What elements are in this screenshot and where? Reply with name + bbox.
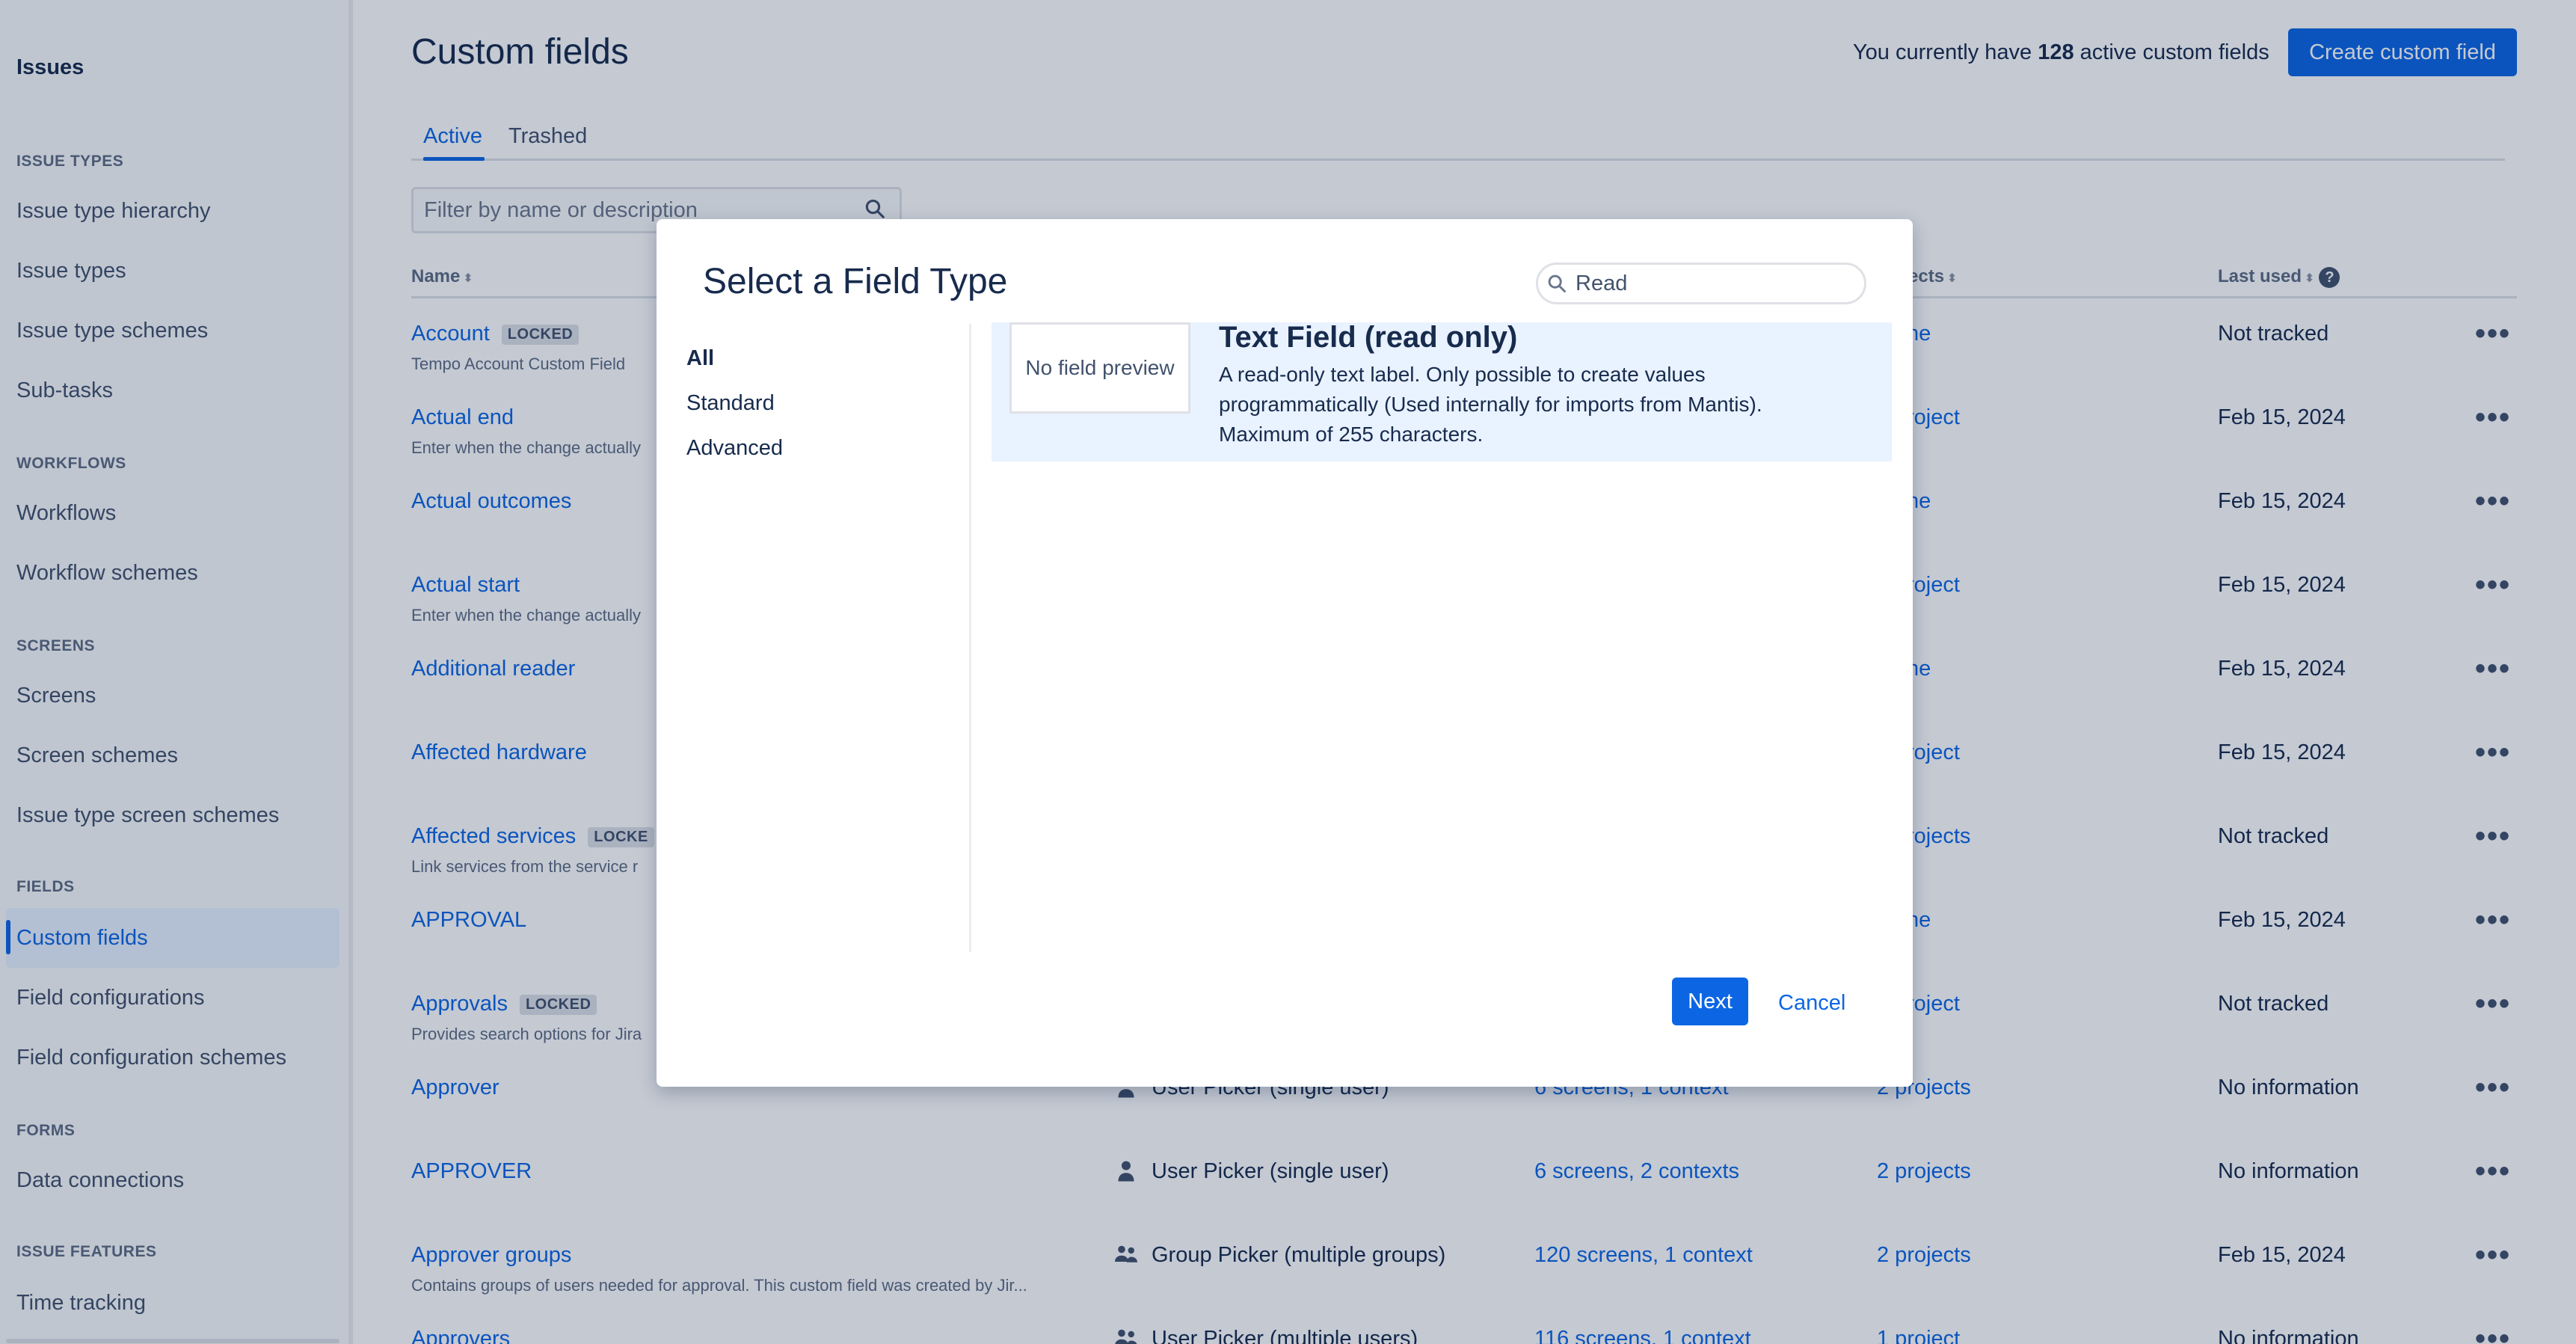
field-preview: No field preview: [1009, 322, 1190, 414]
select-field-type-dialog: Select a Field Type Read All Standard Ad…: [657, 219, 1913, 1087]
search-icon: [1548, 274, 1566, 292]
field-type-description: A read-only text label. Only possible to…: [1219, 363, 1762, 446]
field-type-name: Text Field (read only): [1219, 321, 1518, 354]
category-standard[interactable]: Standard: [686, 391, 775, 416]
dialog-divider: [969, 324, 971, 952]
dialog-title: Select a Field Type: [703, 262, 1008, 301]
category-advanced[interactable]: Advanced: [686, 436, 783, 461]
cancel-button[interactable]: Cancel: [1778, 991, 1845, 1016]
next-button[interactable]: Next: [1672, 978, 1748, 1025]
category-all[interactable]: All: [686, 346, 714, 371]
field-type-search-input[interactable]: Read: [1536, 263, 1866, 304]
